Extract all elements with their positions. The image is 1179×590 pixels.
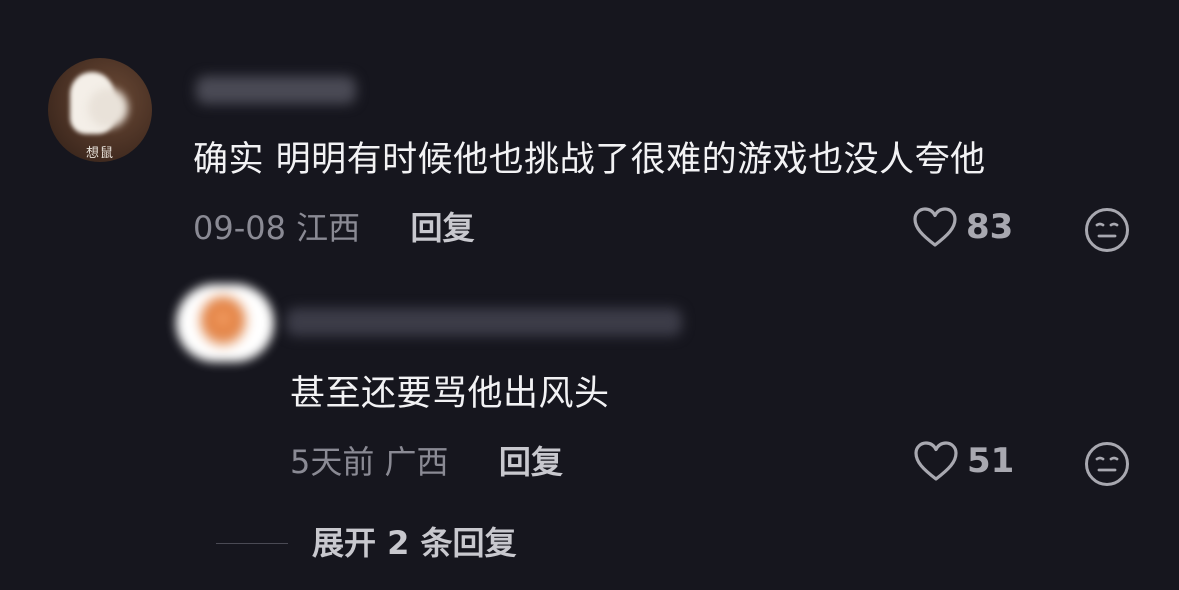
expressionless-face-icon <box>1085 208 1129 252</box>
reply-reply-button[interactable]: 回复 <box>499 443 563 481</box>
avatar[interactable]: 想鼠 <box>48 58 152 162</box>
reply-date: 5天前 <box>290 443 375 481</box>
reply-location: 广西 <box>384 443 449 481</box>
reply-text: 甚至还要骂他出风头 <box>290 374 610 414</box>
like-button[interactable]: 83 <box>912 206 1013 248</box>
username-redacted[interactable] <box>196 76 356 104</box>
reaction-button[interactable] <box>1084 207 1130 253</box>
avatar-caption: 想鼠 <box>85 146 114 161</box>
reply-reaction-button[interactable] <box>1084 441 1130 487</box>
reply-avatar[interactable] <box>176 284 274 362</box>
avatar-figure-blur <box>88 88 128 128</box>
expressionless-face-icon <box>1085 442 1129 486</box>
comment-text: 确实 明明有时候他也挑战了很难的游戏也没人夸他 <box>193 140 986 180</box>
comment-thread: 想鼠 确实 明明有时候他也挑战了很难的游戏也没人夸他 09-08 江西 回复 8… <box>0 0 1179 590</box>
like-count: 83 <box>966 207 1014 247</box>
expand-replies-button[interactable]: 展开 2 条回复 <box>312 521 517 565</box>
expand-divider <box>216 543 288 544</box>
reply-username-redacted[interactable] <box>286 308 682 336</box>
comment-location: 江西 <box>296 209 361 247</box>
reply-meta: 5天前 广西 回复 <box>290 440 563 484</box>
comment-date: 09-08 <box>193 209 286 247</box>
heart-outline-icon <box>912 206 958 248</box>
comment-meta: 09-08 江西 回复 <box>193 206 475 250</box>
reply-like-button[interactable]: 51 <box>913 440 1014 482</box>
reply-button[interactable]: 回复 <box>411 209 475 247</box>
heart-outline-icon <box>913 440 959 482</box>
reply-avatar-image <box>200 296 246 346</box>
reply-like-count: 51 <box>967 441 1015 481</box>
